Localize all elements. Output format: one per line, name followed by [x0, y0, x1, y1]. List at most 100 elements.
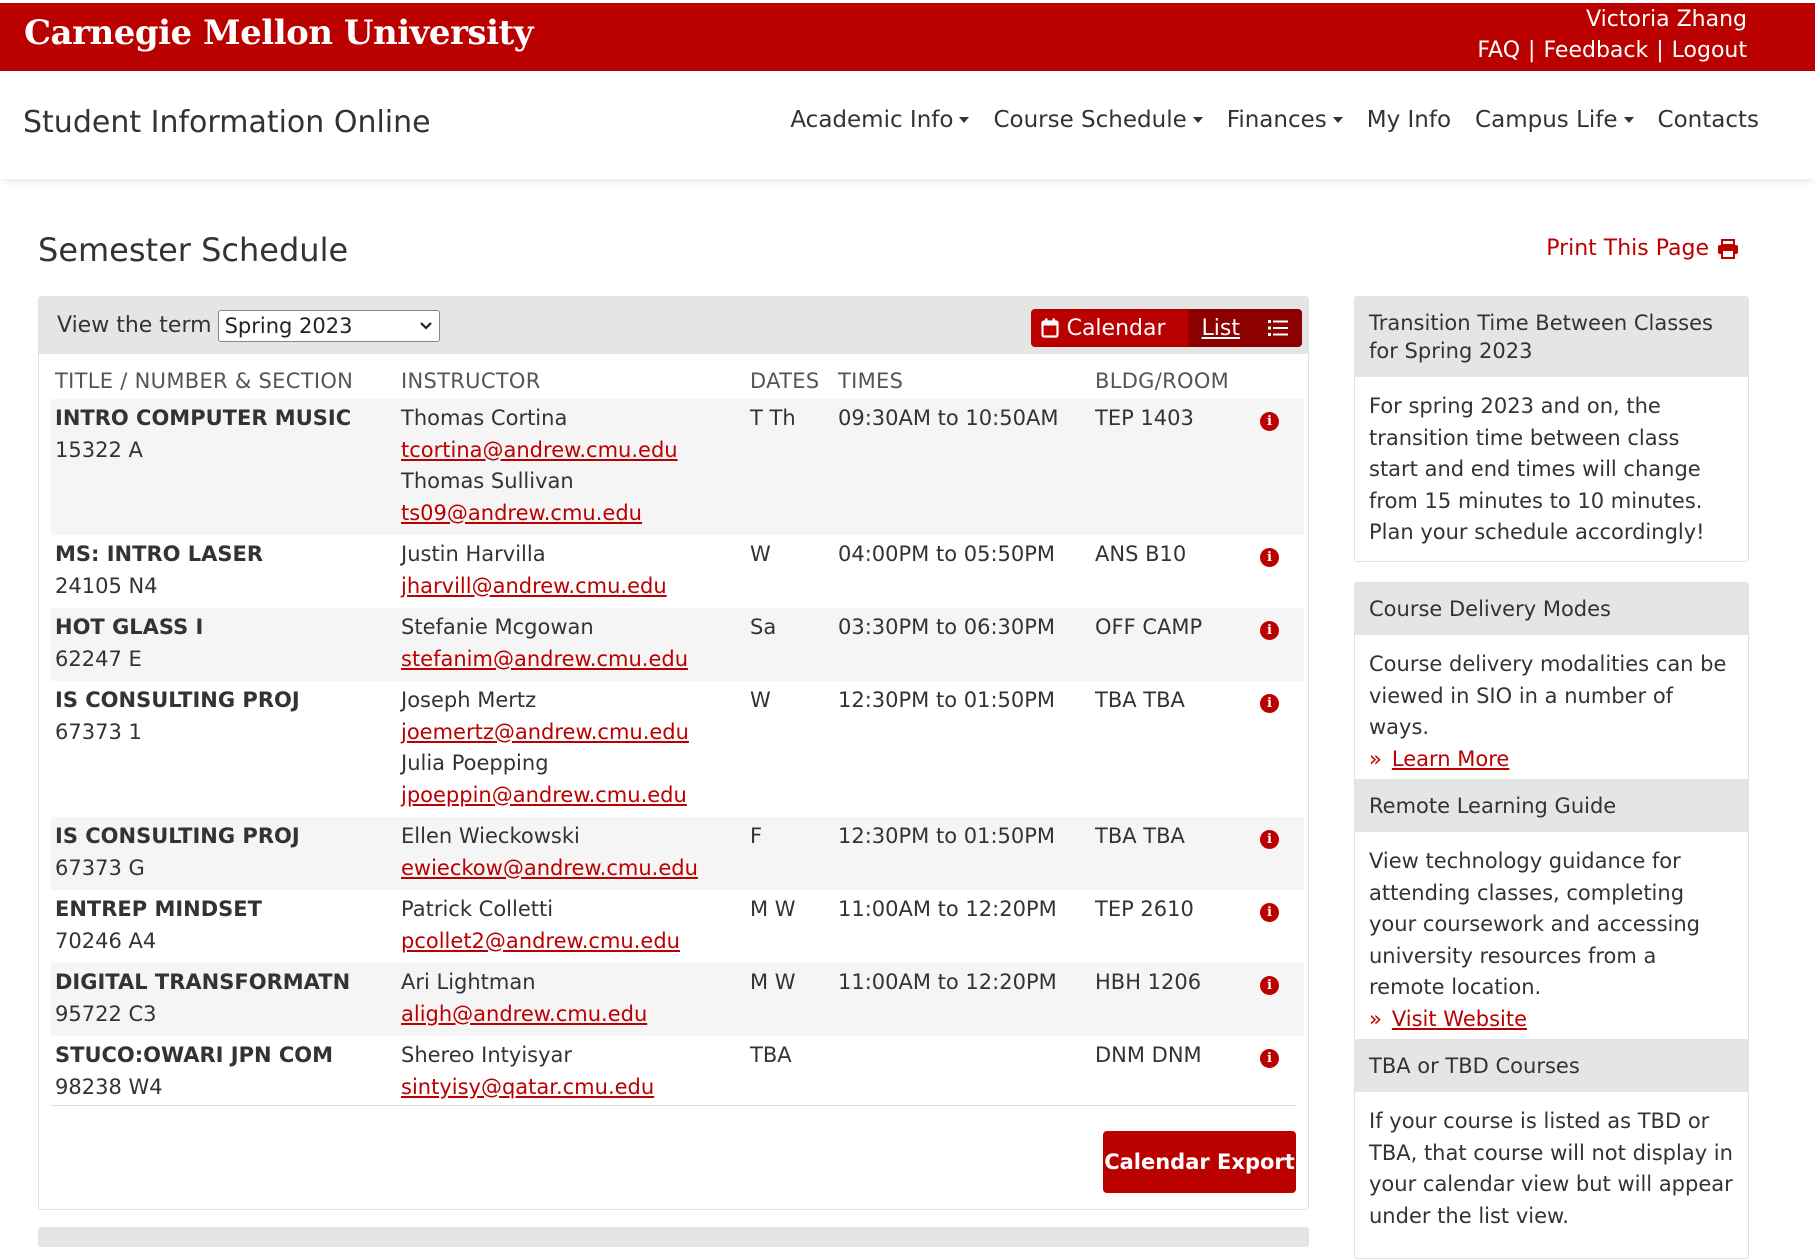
info-icon[interactable]: i [1260, 694, 1279, 714]
instructor-email-link[interactable]: tcortina@andrew.cmu.edu [401, 438, 678, 462]
info-cell: i [1256, 608, 1304, 681]
instructor-email-link[interactable]: jpoeppin@andrew.cmu.edu [401, 783, 687, 807]
feedback-link[interactable]: Feedback [1543, 38, 1648, 63]
instructor-email-link[interactable]: stefanim@andrew.cmu.edu [401, 647, 688, 671]
list-view-label: List [1201, 315, 1240, 341]
cmu-logo[interactable]: Carnegie Mellon University [24, 13, 533, 53]
column-header: BLDG/ROOM [1095, 369, 1230, 393]
info-icon[interactable]: i [1260, 830, 1279, 850]
sidebar-card-tba-courses: TBA or TBD Courses If your course is lis… [1354, 1039, 1749, 1259]
course-number: 62247 E [55, 646, 142, 671]
info-icon[interactable]: i [1260, 412, 1279, 432]
instructor-email-link[interactable]: ewieckow@andrew.cmu.edu [401, 856, 698, 880]
term-select[interactable]: Spring 2023 [217, 309, 440, 342]
course-title: INTRO COMPUTER MUSIC [55, 406, 352, 430]
info-icon[interactable]: i [1260, 548, 1279, 568]
secondary-panel [38, 1227, 1309, 1247]
column-header-empty [1256, 366, 1304, 399]
info-icon[interactable]: i [1260, 976, 1279, 996]
column-header: TIMES [838, 369, 904, 393]
nav-academic-info[interactable]: Academic Info [790, 107, 970, 133]
info-icon[interactable]: i [1260, 621, 1279, 641]
course-cell: DIGITAL TRANSFORMATN 95722 C3 [51, 963, 397, 1036]
nav-menu: Academic Info Course Schedule Finances M… [790, 107, 1759, 133]
instructor-cell: Shereo Intyisyar sintyisy@qatar.cmu.edu [397, 1036, 746, 1109]
list-view-button[interactable]: List [1187, 309, 1302, 347]
room-cell: HBH 1206 [1091, 963, 1256, 1036]
print-page-link[interactable]: Print This Page [1546, 236, 1739, 261]
course-title: HOT GLASS I [55, 615, 204, 639]
column-header: DATES [750, 369, 820, 393]
card-title: Transition Time Between Classes for Spri… [1355, 297, 1748, 377]
header-links: FAQ | Feedback | Logout [1477, 38, 1747, 63]
course-number: 67373 1 [55, 719, 142, 744]
info-cell: i [1256, 817, 1304, 890]
info-cell: i [1256, 963, 1304, 1036]
site-brand[interactable]: Student Information Online [23, 105, 431, 140]
nav-course-schedule[interactable]: Course Schedule [993, 107, 1203, 133]
double-chevron-right-icon: » [1369, 746, 1382, 771]
sidebar-card-remote-learning: Remote Learning Guide View technology gu… [1354, 779, 1749, 1048]
nav-campus-life[interactable]: Campus Life [1475, 107, 1634, 133]
times-cell: 09:30AM to 10:50AM [834, 399, 1091, 535]
schedule-body: INTRO COMPUTER MUSIC 15322 A Thomas Cortin… [51, 399, 1304, 1109]
instructor-name: Thomas Sullivan [401, 469, 574, 493]
table-row: IS CONSULTING PROJ 67373 1 Joseph Mertz joe… [51, 681, 1304, 817]
table-header-row: TITLE / NUMBER & SECTION INSTRUCTOR DATE… [51, 366, 1304, 399]
info-cell: i [1256, 399, 1304, 535]
instructor-name: Stefanie Mcgowan [401, 615, 594, 639]
course-title: ENTREP MINDSET [55, 897, 262, 921]
nav-label: Finances [1226, 107, 1327, 133]
schedule-toolbar: View the term Spring 2023 Calendar List [39, 297, 1308, 354]
info-cell: i [1256, 890, 1304, 963]
sidebar-card-delivery-modes: Course Delivery Modes Course delivery mo… [1354, 582, 1749, 788]
instructor-email-link[interactable]: aligh@andrew.cmu.edu [401, 1002, 647, 1026]
logout-link[interactable]: Logout [1672, 38, 1747, 63]
learn-more-link[interactable]: Learn More [1392, 744, 1509, 776]
course-title: STUCO:OWARI JPN COM [55, 1043, 334, 1067]
table-row: HOT GLASS I 62247 E Stefanie Mcgowan stefan… [51, 608, 1304, 681]
room-cell: DNM DNM [1095, 1043, 1202, 1067]
faq-link[interactable]: FAQ [1477, 38, 1520, 63]
room-cell: ANS B10 [1095, 542, 1187, 566]
card-body: View technology guidance for attending c… [1369, 849, 1701, 999]
table-row: INTRO COMPUTER MUSIC 15322 A Thomas Cortin… [51, 399, 1304, 535]
nav-finances[interactable]: Finances [1227, 107, 1343, 133]
nav-contacts[interactable]: Contacts [1658, 107, 1759, 133]
card-title: Remote Learning Guide [1355, 780, 1748, 832]
times-cell: 04:00PM to 05:50PM [838, 542, 1056, 566]
view-toggle: Calendar List [1030, 309, 1302, 347]
chevron-down-icon [959, 117, 970, 123]
visit-website-link[interactable]: Visit Website [1392, 1004, 1527, 1036]
learn-more-row: » Learn More [1369, 744, 1734, 776]
instructor-cell: Patrick Colletti pcollet2@andrew.cmu.edu [397, 890, 746, 963]
user-area: Victoria Zhang FAQ | Feedback | Logout [1477, 7, 1747, 63]
instructor-email-link[interactable]: ts09@andrew.cmu.edu [401, 501, 642, 525]
instructor-name: Shereo Intyisyar [401, 1043, 573, 1067]
printer-icon [1718, 238, 1738, 259]
times-cell: 12:30PM to 01:50PM [834, 817, 1091, 890]
chevron-down-icon [419, 321, 432, 330]
table-row: DIGITAL TRANSFORMATN 95722 C3 Ari Lightman… [51, 963, 1304, 1036]
instructor-email-link[interactable]: joemertz@andrew.cmu.edu [401, 720, 689, 744]
instructor-name: Patrick Colletti [401, 897, 554, 921]
times-cell: 12:30PM to 01:50PM [838, 688, 1056, 712]
calendar-icon [1040, 318, 1059, 338]
times-cell: 03:30PM to 06:30PM [834, 608, 1091, 681]
info-icon[interactable]: i [1260, 1049, 1279, 1069]
visit-website-row: » Visit Website [1369, 1004, 1734, 1036]
course-cell: INTRO COMPUTER MUSIC 15322 A [51, 399, 397, 535]
table-row: MS: INTRO LASER 24105 N4 Justin Harvilla jh… [51, 535, 1304, 608]
course-cell: ENTREP MINDSET 70246 A4 [51, 890, 397, 963]
instructor-email-link[interactable]: sintyisy@qatar.cmu.edu [401, 1075, 654, 1099]
calendar-view-button[interactable]: Calendar [1030, 309, 1188, 347]
top-banner: Carnegie Mellon University Victoria Zhan… [0, 0, 1815, 71]
nav-my-info[interactable]: My Info [1367, 107, 1451, 133]
course-number: 70246 A4 [55, 928, 157, 953]
calendar-view-label: Calendar [1066, 315, 1166, 341]
course-number: 15322 A [55, 437, 143, 462]
instructor-email-link[interactable]: pcollet2@andrew.cmu.edu [401, 929, 680, 953]
calendar-export-button[interactable]: Calendar Export [1103, 1131, 1296, 1193]
info-icon[interactable]: i [1260, 903, 1279, 923]
instructor-email-link[interactable]: jharvill@andrew.cmu.edu [401, 574, 667, 598]
